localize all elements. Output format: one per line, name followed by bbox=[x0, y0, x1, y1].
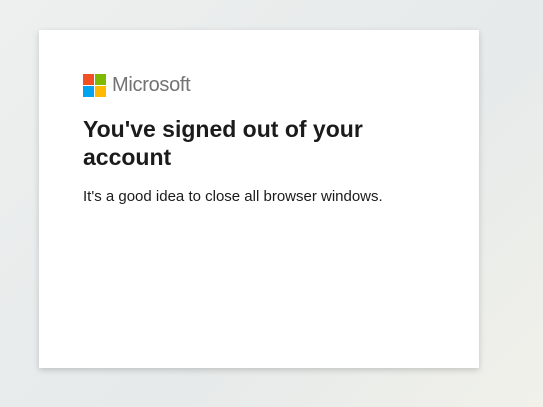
signout-card: Microsoft You've signed out of your acco… bbox=[39, 30, 479, 368]
microsoft-logo: Microsoft bbox=[83, 74, 191, 97]
microsoft-logo-icon bbox=[83, 74, 106, 97]
logo-wordmark: Microsoft bbox=[112, 74, 191, 96]
page-title: You've signed out of your account bbox=[83, 116, 363, 170]
signout-message: It's a good idea to close all browser wi… bbox=[83, 188, 383, 205]
logo-blue-square bbox=[83, 86, 94, 97]
logo-green-square bbox=[95, 74, 106, 85]
logo-red-square bbox=[83, 74, 94, 85]
logo-yellow-square bbox=[95, 86, 106, 97]
